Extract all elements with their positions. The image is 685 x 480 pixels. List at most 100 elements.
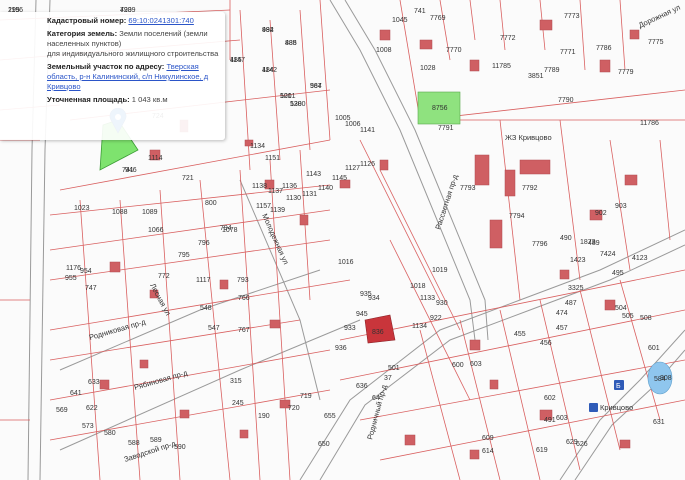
- parcel-number: 1114: [148, 155, 163, 162]
- building: [489, 219, 503, 249]
- building: [239, 429, 249, 439]
- parcel-number: 7772: [500, 35, 516, 42]
- parcel-number: 603: [470, 361, 482, 368]
- building: [99, 379, 110, 390]
- parcel-number: 11785: [492, 63, 511, 70]
- parcel-number: 484: [262, 67, 274, 74]
- parcel-number: 954: [80, 268, 92, 275]
- parcel-number: 933: [344, 325, 356, 332]
- parcel-number: 795: [178, 252, 190, 259]
- building: [469, 449, 480, 460]
- parcel-number-highlight_green: 8756: [432, 105, 448, 112]
- parcel-number: 7786: [596, 45, 612, 52]
- parcel-number: 505: [622, 313, 634, 320]
- building: [379, 29, 391, 41]
- bus-stop: Б: [614, 380, 624, 390]
- parcel-number: 1139: [270, 207, 285, 214]
- parcel-number: 1143: [306, 171, 321, 178]
- parcel-number: 1089: [142, 209, 158, 216]
- parcel-number: 793: [237, 277, 249, 284]
- parcel-number: 601: [648, 345, 660, 352]
- parcel-number: 7789: [544, 67, 560, 74]
- parcel-number: 766: [238, 295, 250, 302]
- parcel-number: 902: [595, 210, 607, 217]
- building: [539, 19, 553, 31]
- parcel-number: 573: [82, 423, 94, 430]
- area-label: Уточненная площадь:: [47, 95, 130, 104]
- parcel-number: 245: [232, 400, 244, 407]
- parcel-number: 1127: [345, 165, 360, 172]
- parcel-number: 190: [258, 413, 270, 420]
- road-lane-1: [59, 269, 321, 371]
- parcel-number: 569: [56, 407, 68, 414]
- parcel-number: 747: [85, 285, 97, 292]
- parcel-number: 631: [653, 419, 665, 426]
- parcel-number: 655: [324, 413, 336, 420]
- parcel-number: 508: [640, 315, 652, 322]
- building: [299, 214, 309, 226]
- parcel-number: 602: [544, 395, 556, 402]
- parcel-number: 3851: [528, 73, 544, 80]
- parcel-number: 946: [125, 167, 137, 174]
- parcel-number: 936: [335, 345, 347, 352]
- parcel-number: 1131: [302, 191, 317, 198]
- parcel-number: 629: [566, 439, 578, 446]
- parcel-number-water: 584: [654, 376, 666, 383]
- parcel-number: 7769: [430, 15, 446, 22]
- parcel-number: 11786: [640, 120, 659, 127]
- parcel-number: 1008: [376, 47, 392, 54]
- parcel-number: 7771: [560, 49, 576, 56]
- building: [404, 434, 416, 446]
- parcel-number: 501: [280, 93, 292, 100]
- parcel-number: 588: [128, 440, 140, 447]
- parcel-number: 1130: [286, 195, 301, 202]
- parcel-number: 1134: [250, 143, 265, 150]
- parcel-number: 490: [560, 235, 572, 242]
- parcel-number: 609: [482, 435, 494, 442]
- parcel-number: 1151: [265, 155, 280, 162]
- parcel-number: 641: [70, 390, 82, 397]
- parcel-number: 456: [540, 340, 552, 347]
- building: [519, 159, 551, 175]
- parcel-number: 1873: [580, 239, 596, 246]
- building: [179, 409, 190, 419]
- bus-stop-2: [589, 403, 598, 412]
- bus-stop-label: Кривцово: [600, 403, 633, 412]
- building: [469, 59, 480, 72]
- building: [629, 29, 640, 40]
- parcel-number: 1016: [338, 259, 354, 266]
- cadastral-number-link[interactable]: 69:10:0241301:740: [128, 16, 193, 25]
- parcel-number: 1117: [196, 277, 211, 284]
- building: [474, 154, 490, 186]
- building: [619, 439, 631, 449]
- parcel-number: 4123: [632, 255, 648, 262]
- parcel-number: 485: [230, 57, 242, 64]
- parcel-number: 1145: [332, 175, 347, 182]
- parcel-number: 1423: [570, 257, 586, 264]
- parcel-number: 1126: [360, 161, 375, 168]
- building: [559, 269, 570, 280]
- parcel-number: 796: [198, 240, 210, 247]
- parcel-number: 7775: [648, 39, 664, 46]
- parcel-number: 548: [200, 305, 212, 312]
- parcel-number: 7791: [438, 125, 454, 132]
- parcel-number: 7424: [600, 251, 616, 258]
- parcel-number: 1137: [268, 188, 283, 195]
- parcel-number: 767: [238, 327, 250, 334]
- parcel-number: 1157: [256, 203, 271, 210]
- parcel-number: 633: [88, 379, 100, 386]
- parcel-number: 622: [86, 405, 98, 412]
- parcel-number: 930: [436, 300, 448, 307]
- building: [599, 59, 611, 73]
- parcel-number: 504: [615, 305, 627, 312]
- parcel-number: 501: [388, 365, 400, 372]
- parcel-number: 488: [285, 40, 297, 47]
- parcel-number: 1006: [345, 121, 361, 128]
- parcel-number: 7773: [564, 13, 580, 20]
- parcel-number: 492: [262, 27, 274, 34]
- parcel-number: 580: [104, 430, 116, 437]
- building: [504, 169, 516, 197]
- parcel-number: 741: [414, 8, 426, 15]
- parcel-number: 3325: [568, 285, 584, 292]
- building: [489, 379, 499, 390]
